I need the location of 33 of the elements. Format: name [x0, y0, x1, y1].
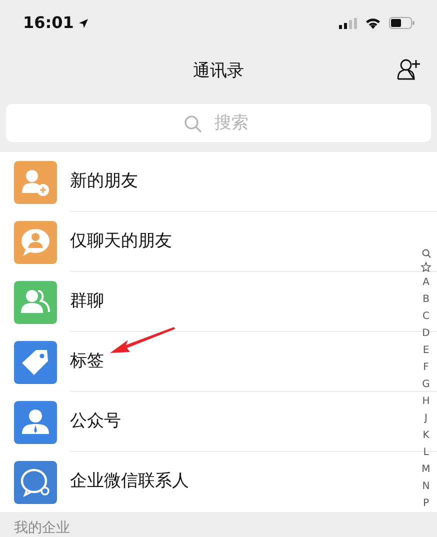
index-letter[interactable]: J	[424, 410, 428, 427]
index-letter[interactable]: F	[423, 359, 429, 376]
index-letter[interactable]: H	[422, 393, 430, 410]
star-icon[interactable]	[421, 262, 431, 272]
menu-item-label[interactable]: 企业微信联系人	[70, 469, 189, 495]
location-icon	[78, 18, 89, 28]
index-letter[interactable]: A	[422, 274, 430, 291]
index-letter[interactable]: L	[423, 444, 429, 461]
wifi-icon	[365, 17, 381, 29]
menu-item-label[interactable]: 新的朋友	[70, 168, 138, 194]
status-time: 16:01	[23, 12, 74, 34]
menu-item-label[interactable]: 标签	[70, 348, 104, 374]
menu-item-label[interactable]: 仅聊天的朋友	[70, 228, 172, 254]
index-letter[interactable]: G	[422, 376, 430, 393]
index-letter[interactable]: D	[422, 325, 430, 342]
index-letter[interactable]: M	[422, 461, 430, 478]
annotation-arrow	[110, 327, 175, 353]
search-icon	[184, 115, 202, 133]
search-icon[interactable]	[422, 249, 430, 258]
menu-item-label[interactable]: 公众号	[70, 408, 121, 434]
section-header: 我的企业	[13, 519, 71, 537]
search-field[interactable]: 搜索	[6, 104, 431, 142]
index-letter[interactable]: N	[422, 478, 430, 495]
menu-item-label[interactable]: 群聊	[70, 288, 104, 314]
add-contact-button[interactable]	[397, 58, 421, 80]
page-title: 通讯录	[193, 60, 244, 84]
index-letter[interactable]: E	[422, 342, 430, 359]
index-letter[interactable]: K	[422, 427, 430, 444]
index-letter[interactable]: C	[422, 308, 430, 325]
signal-icon	[339, 18, 357, 28]
index-letter[interactable]: B	[422, 291, 430, 308]
battery-icon	[389, 17, 415, 29]
index-letter[interactable]: P	[422, 495, 430, 512]
